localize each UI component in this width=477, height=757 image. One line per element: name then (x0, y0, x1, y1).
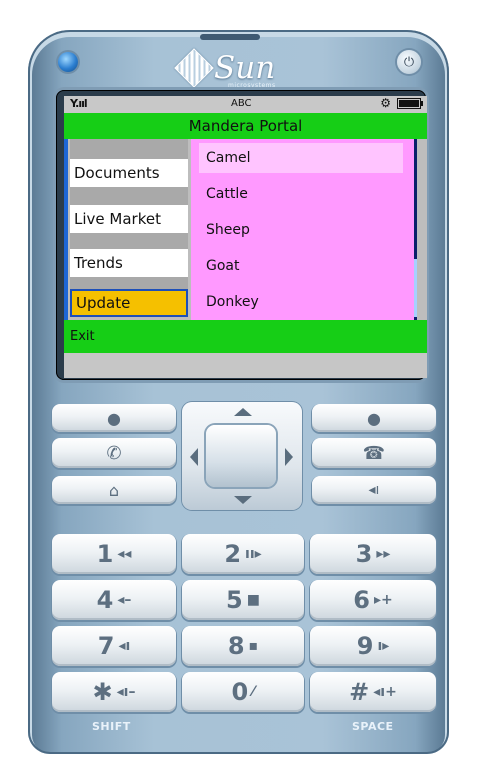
key-symbol: ▸▸ (376, 546, 391, 562)
key-number: 8 (227, 632, 245, 660)
dpad-left-icon[interactable] (190, 448, 198, 466)
screen-title: Mandera Portal (64, 113, 427, 139)
menu-documents[interactable]: Documents (70, 159, 188, 187)
key-number: 9 (356, 632, 374, 660)
call-button[interactable]: ✆ (52, 438, 176, 468)
key-1[interactable]: 1 ◂◂ (52, 534, 176, 574)
key-number: 2 (224, 540, 242, 568)
signal-strength: Y.ııl (70, 97, 88, 110)
left-softkey-button[interactable]: ● (52, 404, 176, 432)
menu-gap (70, 187, 188, 205)
key-2[interactable]: 2 ıı▸ (182, 534, 304, 574)
brand-subtitle: microsystems (228, 82, 276, 89)
popup-item-camel[interactable]: Camel (199, 143, 403, 173)
dot-icon: ● (367, 408, 381, 428)
right-softkey-button[interactable]: ● (312, 404, 436, 432)
softkey-bar: Exit (64, 320, 427, 353)
choice-popup: Camel Cattle Sheep Goat Donkey (191, 139, 417, 320)
key-number: # (349, 678, 370, 706)
phone-screen: Y.ııl ABC ⚙ Mandera Portal Documents Liv… (64, 96, 427, 378)
key-5[interactable]: 5 ■ (182, 580, 304, 620)
key-symbol: ▸+ (373, 592, 393, 608)
key-4[interactable]: 4 ◂– (52, 580, 176, 620)
key-symbol: ◂ı– (116, 684, 136, 700)
back-icon: ◂ı (368, 482, 380, 498)
key-number: 0 (231, 678, 249, 706)
dpad-right-icon[interactable] (285, 448, 293, 466)
screen-bottom-strip (64, 353, 427, 378)
phone-call-icon: ✆ (106, 442, 122, 464)
popup-item-donkey[interactable]: Donkey (191, 287, 403, 317)
input-mode: ABC (231, 98, 252, 109)
left-edge (64, 139, 68, 320)
key-number: 3 (355, 540, 373, 568)
dot-icon: ● (107, 408, 121, 428)
home-button[interactable]: ⌂ (52, 476, 176, 504)
key-symbol: ◂◂ (117, 546, 132, 562)
dpad-select-button[interactable] (206, 425, 276, 487)
menu-trends[interactable]: Trends (70, 249, 188, 277)
key-8[interactable]: 8 ▪ (182, 626, 304, 666)
brand-name: Sun (214, 50, 276, 86)
phone-notch (200, 34, 260, 40)
key-symbol: ◂ı+ (373, 684, 397, 700)
dpad-down-icon[interactable] (234, 496, 252, 504)
home-icon: ⌂ (108, 480, 120, 500)
key-number: 5 (226, 586, 243, 614)
content-area: Documents Live Market Trends Update Came… (64, 139, 427, 320)
key-symbol: ▪ (248, 638, 259, 654)
popup-scrollbar-thumb[interactable] (414, 259, 417, 317)
menu-gap (70, 139, 188, 159)
battery-icon (397, 97, 423, 109)
key-number: 1 (96, 540, 114, 568)
exit-softkey[interactable]: Exit (70, 329, 95, 344)
key-symbol: ⁄ (252, 684, 255, 700)
popup-item-cattle[interactable]: Cattle (191, 179, 403, 209)
key-hash[interactable]: # ◂ı+ (310, 672, 436, 712)
status-icons: ⚙ (380, 96, 423, 110)
space-label: SPACE (352, 720, 394, 733)
shift-label: SHIFT (92, 720, 131, 733)
key-9[interactable]: 9 ı▸ (310, 626, 436, 666)
gear-icon: ⚙ (380, 96, 391, 110)
key-6[interactable]: 6 ▸+ (310, 580, 436, 620)
popup-item-goat[interactable]: Goat (191, 251, 403, 281)
key-3[interactable]: 3 ▸▸ (310, 534, 436, 574)
key-symbol: ◂ı (118, 638, 131, 654)
end-call-icon: ☎ (362, 442, 386, 464)
power-icon: ⏻ (403, 54, 415, 70)
dpad-up-icon[interactable] (234, 408, 252, 416)
key-symbol: ■ (246, 592, 260, 608)
led-icon (58, 52, 78, 72)
popup-item-sheep[interactable]: Sheep (191, 215, 403, 245)
clear-button[interactable]: ◂ı (312, 476, 436, 504)
key-number: 4 (96, 586, 114, 614)
menu-gap (70, 233, 188, 249)
menu-update[interactable]: Update (70, 289, 188, 317)
power-button[interactable]: ⏻ (397, 50, 421, 74)
key-number: ✱ (92, 678, 113, 706)
key-symbol: ı▸ (377, 638, 390, 654)
key-number: 7 (97, 632, 115, 660)
brand-diamond-icon (174, 48, 214, 88)
key-star[interactable]: ✱ ◂ı– (52, 672, 176, 712)
key-symbol: ◂– (117, 592, 132, 608)
key-symbol: ıı▸ (245, 546, 262, 562)
key-0[interactable]: 0 ⁄ (182, 672, 304, 712)
key-7[interactable]: 7 ◂ı (52, 626, 176, 666)
menu-live-market[interactable]: Live Market (70, 205, 188, 233)
key-number: 6 (353, 586, 370, 614)
status-bar: Y.ııl ABC ⚙ (64, 96, 427, 113)
end-call-button[interactable]: ☎ (312, 438, 436, 468)
